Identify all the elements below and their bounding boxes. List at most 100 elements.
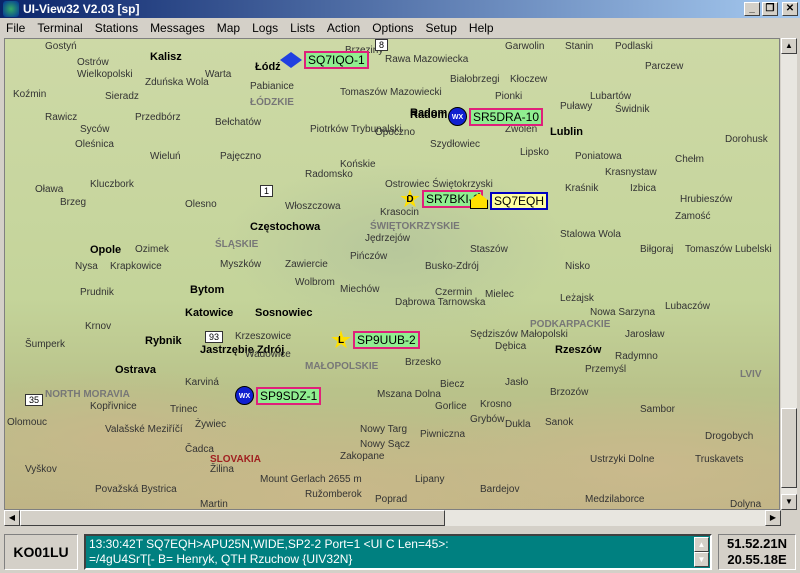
menu-terminal[interactable]: Terminal	[31, 21, 88, 35]
window-title: UI-View32 V2.03 [sp]	[23, 2, 140, 16]
menu-map[interactable]: Map	[211, 21, 246, 35]
city-label: Gostyń	[45, 41, 77, 52]
city-label: Kluczbork	[90, 179, 134, 190]
city-label: Włoszczowa	[285, 201, 341, 212]
city-label: Nowy Sącz	[360, 439, 411, 450]
station-label: SP9SDZ-1	[256, 386, 322, 405]
maximize-button[interactable]: ❐	[762, 2, 778, 16]
scroll-up-button[interactable]: ▲	[781, 38, 797, 54]
city-label: Czermin	[435, 287, 473, 298]
city-label: Nisko	[565, 261, 591, 272]
menu-messages[interactable]: Messages	[144, 21, 211, 35]
station-sr5dra-10[interactable]: WX SR5DRA-10	[448, 107, 544, 126]
city-label: Mszana Dolna	[377, 389, 441, 400]
city-label: Zakopane	[340, 451, 385, 462]
scroll-down-button[interactable]: ▼	[781, 494, 797, 510]
city-label: Nowy Targ	[360, 424, 408, 435]
city-label: Lipsko	[520, 147, 549, 158]
city-label: Sosnowiec	[255, 307, 313, 319]
city-label: Busko-Zdrój	[425, 261, 479, 272]
city-label: Leżajsk	[560, 293, 594, 304]
city-label: Łódź	[255, 61, 281, 73]
road-number-sign: 35	[25, 394, 44, 406]
city-label: Przedbórz	[135, 112, 181, 123]
menu-file[interactable]: File	[0, 21, 31, 35]
city-label: Nysa	[75, 261, 98, 272]
map-view[interactable]: GostyńKaliszŁódźBrzezinyRawa MazowieckaG…	[4, 38, 780, 510]
city-label: Krasnystaw	[605, 167, 657, 178]
city-label: Ostrów	[77, 57, 109, 68]
city-label: Trinec	[170, 404, 198, 415]
city-label: Dolyna	[730, 499, 762, 510]
city-label: Jędrzejów	[365, 233, 411, 244]
city-label: Rzeszów	[555, 344, 602, 356]
city-label: Szydłowiec	[430, 139, 481, 150]
city-label: Wieluń	[150, 151, 181, 162]
station-sq7eqh[interactable]: SQ7EQH	[470, 192, 549, 210]
city-label: Prudnik	[80, 287, 114, 298]
station-sp9sdz-1[interactable]: WX SP9SDZ-1	[235, 386, 322, 405]
city-label: Považská Bystrica	[95, 484, 177, 495]
city-label: Brzozów	[550, 387, 589, 398]
scroll-right-button[interactable]: ▶	[765, 510, 781, 526]
city-label: Medzilaborce	[585, 494, 645, 505]
wx-icon: WX	[448, 107, 467, 126]
menu-help[interactable]: Help	[463, 21, 500, 35]
city-label: Wadowice	[245, 349, 291, 360]
menu-logs[interactable]: Logs	[246, 21, 284, 35]
star-icon: L	[331, 330, 351, 349]
monitor-line: =/4gU4SrT[- B= Henryk, QTH Rzuchow {UIV3…	[89, 552, 353, 566]
city-label: Jasło	[505, 377, 529, 388]
city-label: Karviná	[185, 377, 219, 388]
house-icon	[470, 193, 488, 209]
horizontal-scrollbar[interactable]: ◀ ▶	[4, 510, 781, 526]
station-sq7iqo-1[interactable]: SQ7IQO-1	[280, 51, 369, 69]
city-label: Olesno	[185, 199, 217, 210]
city-label: Gorlice	[435, 401, 467, 412]
city-label: Radymno	[615, 351, 658, 362]
vertical-scroll-thumb[interactable]	[781, 408, 797, 488]
city-label: Dukla	[505, 419, 531, 430]
latitude: 51.52.21N	[727, 536, 787, 551]
scroll-left-button[interactable]: ◀	[4, 510, 20, 526]
city-label: Wielkopolski	[77, 69, 133, 80]
city-label: Lubaczów	[665, 301, 711, 312]
city-label: Częstochowa	[250, 221, 321, 233]
horizontal-scroll-thumb[interactable]	[20, 510, 445, 526]
menu-options[interactable]: Options	[366, 21, 419, 35]
city-label: Warta	[205, 69, 232, 80]
city-label: Ozimek	[135, 244, 169, 255]
city-label: Krapkowice	[110, 261, 162, 272]
city-label: Oława	[35, 184, 64, 195]
city-label: Lubartów	[590, 91, 632, 102]
monitor-scroll-up[interactable]: ▲	[694, 537, 709, 552]
city-label: Žilina	[210, 464, 234, 475]
close-button[interactable]: ✕	[782, 2, 798, 16]
city-label: Mount Gerlach 2655 m	[260, 474, 362, 485]
locator-box: KO01LU	[4, 534, 78, 570]
monitor-panel[interactable]: 13:30:42T SQ7EQH>APU25N,WIDE,SP2-2 Port=…	[84, 534, 712, 570]
city-label: Chełm	[675, 154, 704, 165]
monitor-line: 13:30:42T SQ7EQH>APU25N,WIDE,SP2-2 Port=…	[89, 537, 449, 551]
monitor-scroll-down[interactable]: ▼	[694, 552, 709, 567]
city-label: Kłoczew	[510, 74, 548, 85]
minimize-button[interactable]: _	[744, 2, 760, 16]
station-label: SQ7IQO-1	[304, 51, 369, 69]
city-label: Jarosław	[625, 329, 665, 340]
city-label: Sambor	[640, 404, 676, 415]
menu-lists[interactable]: Lists	[284, 21, 321, 35]
city-label: Opoczno	[375, 127, 416, 138]
menu-action[interactable]: Action	[321, 21, 366, 35]
city-label: Krnov	[85, 321, 112, 332]
vertical-scrollbar[interactable]: ▲ ▼	[781, 38, 797, 510]
city-label: Kalisz	[150, 51, 182, 63]
city-label: Koźmin	[13, 89, 47, 100]
app-globe-icon	[3, 1, 19, 17]
menu-stations[interactable]: Stations	[89, 21, 144, 35]
city-label: Vyškov	[25, 464, 57, 475]
station-sp9uub-2[interactable]: L SP9UUB-2	[331, 330, 420, 350]
city-label: Kopřivnice	[90, 401, 137, 412]
road-number-sign: 93	[205, 331, 224, 343]
station-label: SR5DRA-10	[469, 107, 544, 126]
menu-setup[interactable]: Setup	[420, 21, 463, 35]
